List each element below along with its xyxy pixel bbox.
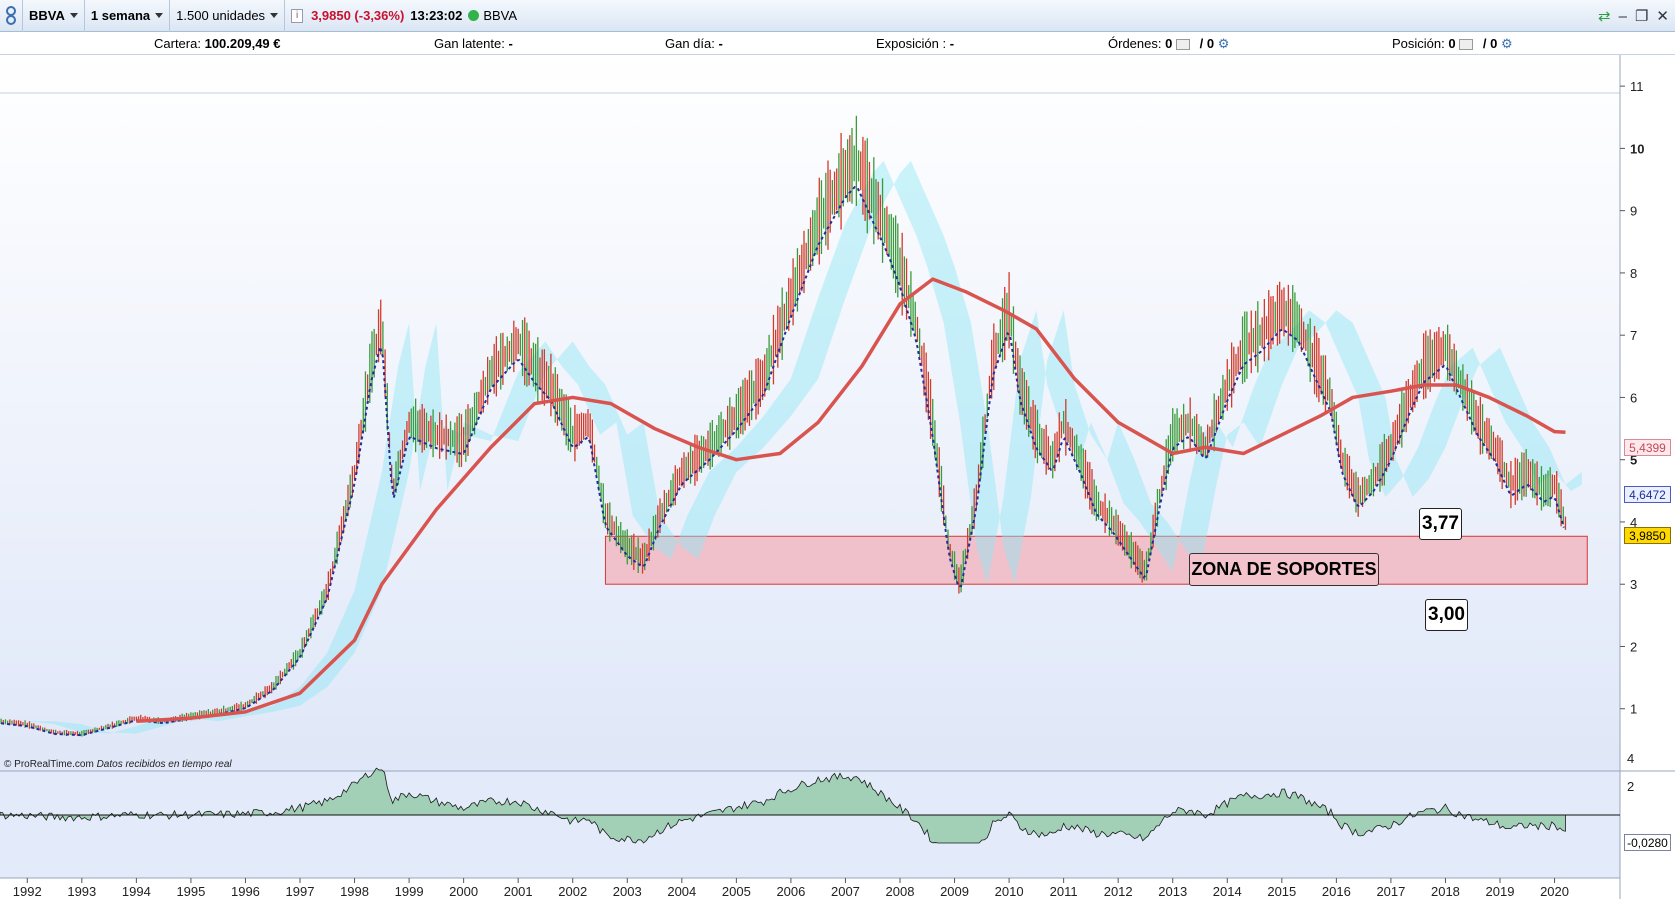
gear-icon[interactable]: ⚙ bbox=[1501, 36, 1513, 51]
gan-latente-info: Gan latente: - bbox=[434, 36, 513, 51]
y-axis-tick-label: 2 bbox=[1630, 639, 1637, 654]
x-axis-tick-label: 2004 bbox=[667, 884, 696, 899]
support-zone bbox=[604, 535, 1588, 585]
x-axis-tick-label: 2011 bbox=[1050, 884, 1078, 899]
oscillator-value-tag: -0,0280 bbox=[1624, 834, 1671, 851]
live-status-icon bbox=[468, 10, 480, 21]
x-axis-tick-label: 2013 bbox=[1158, 884, 1187, 899]
oscillator-tick-label: 4 bbox=[1627, 751, 1634, 766]
link-icon[interactable] bbox=[0, 0, 23, 32]
x-axis-tick-label: 1998 bbox=[340, 884, 369, 899]
oscillator-tick-label: 2 bbox=[1627, 779, 1634, 794]
x-axis-tick-label: 2020 bbox=[1540, 884, 1569, 899]
y-axis-tick-label: 3 bbox=[1630, 577, 1637, 592]
x-axis-tick-label: 1999 bbox=[395, 884, 424, 899]
minimize-icon[interactable]: – bbox=[1619, 8, 1627, 25]
support-zone-label: ZONA DE SOPORTES bbox=[1189, 553, 1379, 586]
orders-icon[interactable] bbox=[1175, 39, 1190, 51]
chevron-down-icon bbox=[270, 13, 279, 18]
gear-icon[interactable]: ⚙ bbox=[1218, 36, 1230, 51]
positions-icon[interactable] bbox=[1459, 39, 1474, 51]
lower-support-value: 3,00 bbox=[1425, 599, 1468, 631]
chevron-down-icon bbox=[155, 13, 164, 18]
x-axis-tick-label: 2010 bbox=[995, 884, 1024, 899]
upper-support-value: 3,77 bbox=[1419, 508, 1462, 540]
x-axis-tick-label: 2002 bbox=[558, 884, 587, 899]
sma-value-tag: 5,4399 bbox=[1624, 439, 1671, 456]
y-axis-tick-label: 9 bbox=[1630, 204, 1637, 219]
posicion-info: Posición: 0 / 0 ⚙ bbox=[1392, 36, 1513, 51]
portfolio-info-bar: Cartera: 100.209,49 € Gan latente: - Gan… bbox=[0, 32, 1675, 55]
x-axis-tick-label: 2015 bbox=[1267, 884, 1296, 899]
x-axis-tick-label: 1994 bbox=[122, 884, 151, 899]
price-display: i 3,9850 (-3,36%) 13:23:02 BBVA bbox=[285, 0, 523, 32]
x-axis-tick-label: 2017 bbox=[1376, 884, 1405, 899]
cartera-info: Cartera: 100.209,49 € bbox=[154, 36, 281, 51]
x-axis-tick-label: 1992 bbox=[13, 884, 42, 899]
y-axis-tick-label: 10 bbox=[1630, 141, 1644, 156]
last-price: 3,9850 (-3,36%) bbox=[311, 8, 405, 23]
x-axis-tick-label: 1997 bbox=[286, 884, 315, 899]
x-axis-tick-label: 2001 bbox=[504, 884, 533, 899]
gan-dia-info: Gan día: - bbox=[665, 36, 723, 51]
tenkan-value-tag: 4,6472 bbox=[1624, 486, 1671, 503]
x-axis-tick-label: 2005 bbox=[722, 884, 751, 899]
close-icon[interactable]: ✕ bbox=[1656, 7, 1669, 25]
window-controls: ⇄ – ❐ ✕ bbox=[1598, 0, 1669, 32]
timeframe-selector[interactable]: 1 semana bbox=[85, 0, 171, 32]
x-axis-tick-label: 2000 bbox=[449, 884, 478, 899]
x-axis-tick-label: 2009 bbox=[940, 884, 969, 899]
x-axis-tick-label: 2012 bbox=[1104, 884, 1133, 899]
chart-toolbar: BBVA 1 semana 1.500 unidades i 3,9850 (-… bbox=[0, 0, 1675, 32]
x-axis-tick-label: 2014 bbox=[1213, 884, 1242, 899]
price-chart[interactable]: 24 1234567891011 1992 1993 1994 1995 1996 199… bbox=[0, 55, 1675, 899]
last-time: 13:23:02 bbox=[410, 8, 463, 23]
sync-icon[interactable]: ⇄ bbox=[1598, 7, 1611, 25]
ordenes-info: Órdenes: 0 / 0 ⚙ bbox=[1108, 36, 1230, 51]
chevron-down-icon bbox=[69, 13, 78, 18]
x-axis-tick-label: 2018 bbox=[1431, 884, 1460, 899]
x-axis-tick-label: 2006 bbox=[776, 884, 805, 899]
x-axis-tick-label: 2016 bbox=[1322, 884, 1351, 899]
x-axis-tick-label: 2007 bbox=[831, 884, 860, 899]
y-axis-tick-label: 7 bbox=[1630, 328, 1637, 343]
x-axis-tick-label: 1993 bbox=[67, 884, 96, 899]
data-credit: © ProRealTime.com Datos recibidos en tie… bbox=[4, 759, 232, 770]
restore-icon[interactable]: ❐ bbox=[1635, 7, 1648, 25]
units-selector[interactable]: 1.500 unidades bbox=[170, 0, 286, 32]
x-axis-tick-label: 1996 bbox=[231, 884, 260, 899]
y-axis-tick-label: 1 bbox=[1630, 702, 1637, 717]
exposicion-info: Exposición : - bbox=[876, 36, 955, 51]
y-axis-tick-label: 6 bbox=[1630, 390, 1637, 405]
info-icon[interactable]: i bbox=[291, 8, 304, 23]
instrument-name: BBVA bbox=[483, 8, 518, 23]
x-axis-tick-label: 2008 bbox=[886, 884, 915, 899]
x-axis-tick-label: 2003 bbox=[613, 884, 642, 899]
x-axis-tick-label: 2019 bbox=[1486, 884, 1515, 899]
symbol-selector[interactable]: BBVA bbox=[23, 0, 85, 32]
x-axis-tick-label: 1995 bbox=[176, 884, 205, 899]
y-axis-tick-label: 8 bbox=[1630, 266, 1637, 281]
y-axis-tick-label: 11 bbox=[1630, 79, 1644, 94]
last-price-tag: 3,9850 bbox=[1624, 527, 1671, 544]
